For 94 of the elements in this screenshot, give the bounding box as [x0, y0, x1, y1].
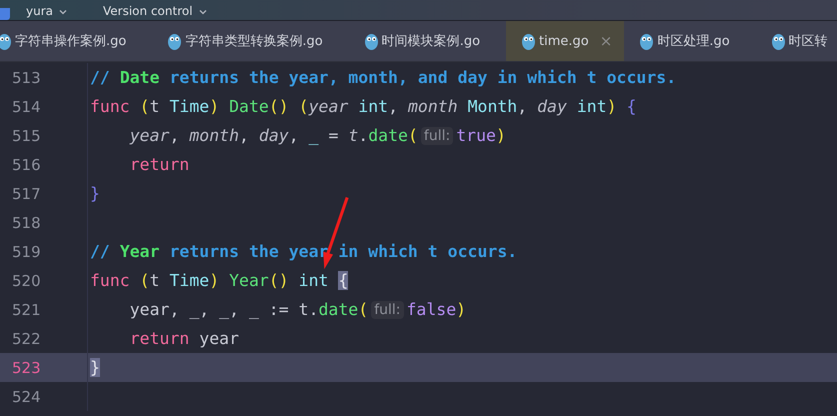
- gopher-icon: [167, 32, 182, 50]
- tab-label: 字符串操作案例.go: [15, 33, 126, 50]
- line-number: 518: [0, 208, 88, 237]
- line-number: 516: [0, 150, 88, 179]
- matched-brace: {: [338, 271, 348, 290]
- code-token: int: [298, 271, 330, 290]
- tab-label: time.go: [539, 34, 589, 48]
- gopher-icon: [521, 32, 536, 50]
- version-control-menu[interactable]: Version control: [103, 4, 193, 20]
- code-token: }: [90, 184, 100, 203]
- code-comment: returns the year, month, and day in which t occurs.: [168, 68, 676, 87]
- code-token: int: [357, 97, 388, 116]
- gopher-icon: [639, 32, 654, 50]
- file-tab[interactable]: 时区处理.go: [624, 21, 756, 61]
- code-token: Month: [466, 97, 518, 116]
- line-number: 519: [0, 237, 88, 266]
- code-token: year: [198, 329, 240, 348]
- code-token: ,: [517, 97, 528, 116]
- code-token: (: [138, 97, 150, 116]
- code-comment: Year: [120, 242, 160, 261]
- code-token: ): [496, 126, 506, 145]
- code-token: ): [209, 271, 220, 290]
- code-token: (: [408, 126, 418, 145]
- code-token: (: [298, 97, 309, 116]
- line-number: 523: [0, 353, 88, 382]
- file-tab[interactable]: 时间模块案例.go: [348, 21, 506, 61]
- code-comment: Date: [120, 68, 160, 87]
- code-token: _: [308, 126, 319, 145]
- code-comment: returns the year in which t occurs.: [168, 242, 518, 261]
- code-token: =: [327, 126, 340, 145]
- file-tab[interactable]: 字符串类型转换案例.go: [152, 21, 349, 61]
- code-token: Date: [228, 97, 269, 116]
- code-token: .: [358, 126, 368, 145]
- code-token: month: [189, 126, 240, 145]
- code-token: (): [268, 97, 289, 116]
- line-number: 513: [0, 63, 88, 92]
- code-token: t: [150, 271, 160, 290]
- code-token: {: [626, 97, 636, 116]
- code-token: year: [128, 126, 170, 145]
- parameter-hint: full:: [420, 126, 454, 144]
- line-number: 517: [0, 179, 88, 208]
- project-name[interactable]: yura: [26, 4, 53, 20]
- code-token: year: [308, 97, 348, 116]
- matched-brace: }: [90, 358, 100, 377]
- code-token: .: [308, 300, 318, 319]
- code-comment: //: [90, 242, 111, 261]
- code-token: true: [456, 126, 496, 145]
- code-token: year, _, _, _ :=: [128, 300, 290, 319]
- line-number: 515: [0, 121, 88, 150]
- tab-label: 字符串类型转换案例.go: [185, 33, 323, 50]
- code-token: false: [406, 300, 456, 319]
- code-token: ): [456, 300, 466, 319]
- code-token: date: [318, 300, 358, 319]
- line-number: 520: [0, 266, 88, 295]
- code-token: (: [358, 300, 368, 319]
- caret-icon[interactable]: [59, 8, 67, 16]
- parameter-hint: full:: [371, 300, 404, 318]
- code-token: (): [268, 271, 289, 290]
- tab-label: 时间模块案例.go: [382, 33, 480, 50]
- code-token: day: [258, 126, 289, 145]
- code-token: Year: [228, 271, 269, 290]
- code-token: t: [298, 300, 309, 319]
- code-token: Time: [168, 97, 210, 116]
- code-keyword: return: [128, 155, 190, 174]
- code-token: ,: [169, 126, 180, 145]
- code-token: ): [606, 97, 617, 116]
- code-token: month: [408, 97, 458, 116]
- code-token: ,: [239, 126, 250, 145]
- code-token: Time: [168, 271, 210, 290]
- code-token: ): [209, 97, 220, 116]
- code-token: int: [576, 97, 607, 116]
- tab-label: 时区处理.go: [657, 33, 730, 50]
- file-tab[interactable]: 字符串操作案例.go: [0, 21, 152, 61]
- line-number: 521: [0, 295, 88, 324]
- code-token: date: [368, 126, 408, 145]
- line-number: 514: [0, 92, 88, 121]
- code-token: t: [348, 126, 358, 145]
- file-tab[interactable]: time.go ×: [506, 21, 624, 61]
- code-keyword: return: [128, 329, 190, 348]
- caret-icon[interactable]: [198, 8, 207, 16]
- gopher-icon: [364, 32, 379, 50]
- code-keyword: func: [90, 271, 130, 290]
- code-keyword: func: [90, 97, 130, 116]
- gopher-icon: [0, 32, 12, 50]
- code-token: (: [138, 271, 150, 290]
- code-token: t: [150, 97, 160, 116]
- code-token: day: [537, 97, 567, 116]
- gopher-icon: [770, 32, 786, 50]
- line-number: 524: [0, 382, 88, 411]
- code-token: ,: [288, 126, 300, 145]
- code-comment: //: [90, 68, 111, 87]
- code-token: ,: [388, 97, 400, 116]
- file-tab[interactable]: 时区转: [756, 21, 837, 61]
- tab-label: 时区转: [788, 33, 828, 50]
